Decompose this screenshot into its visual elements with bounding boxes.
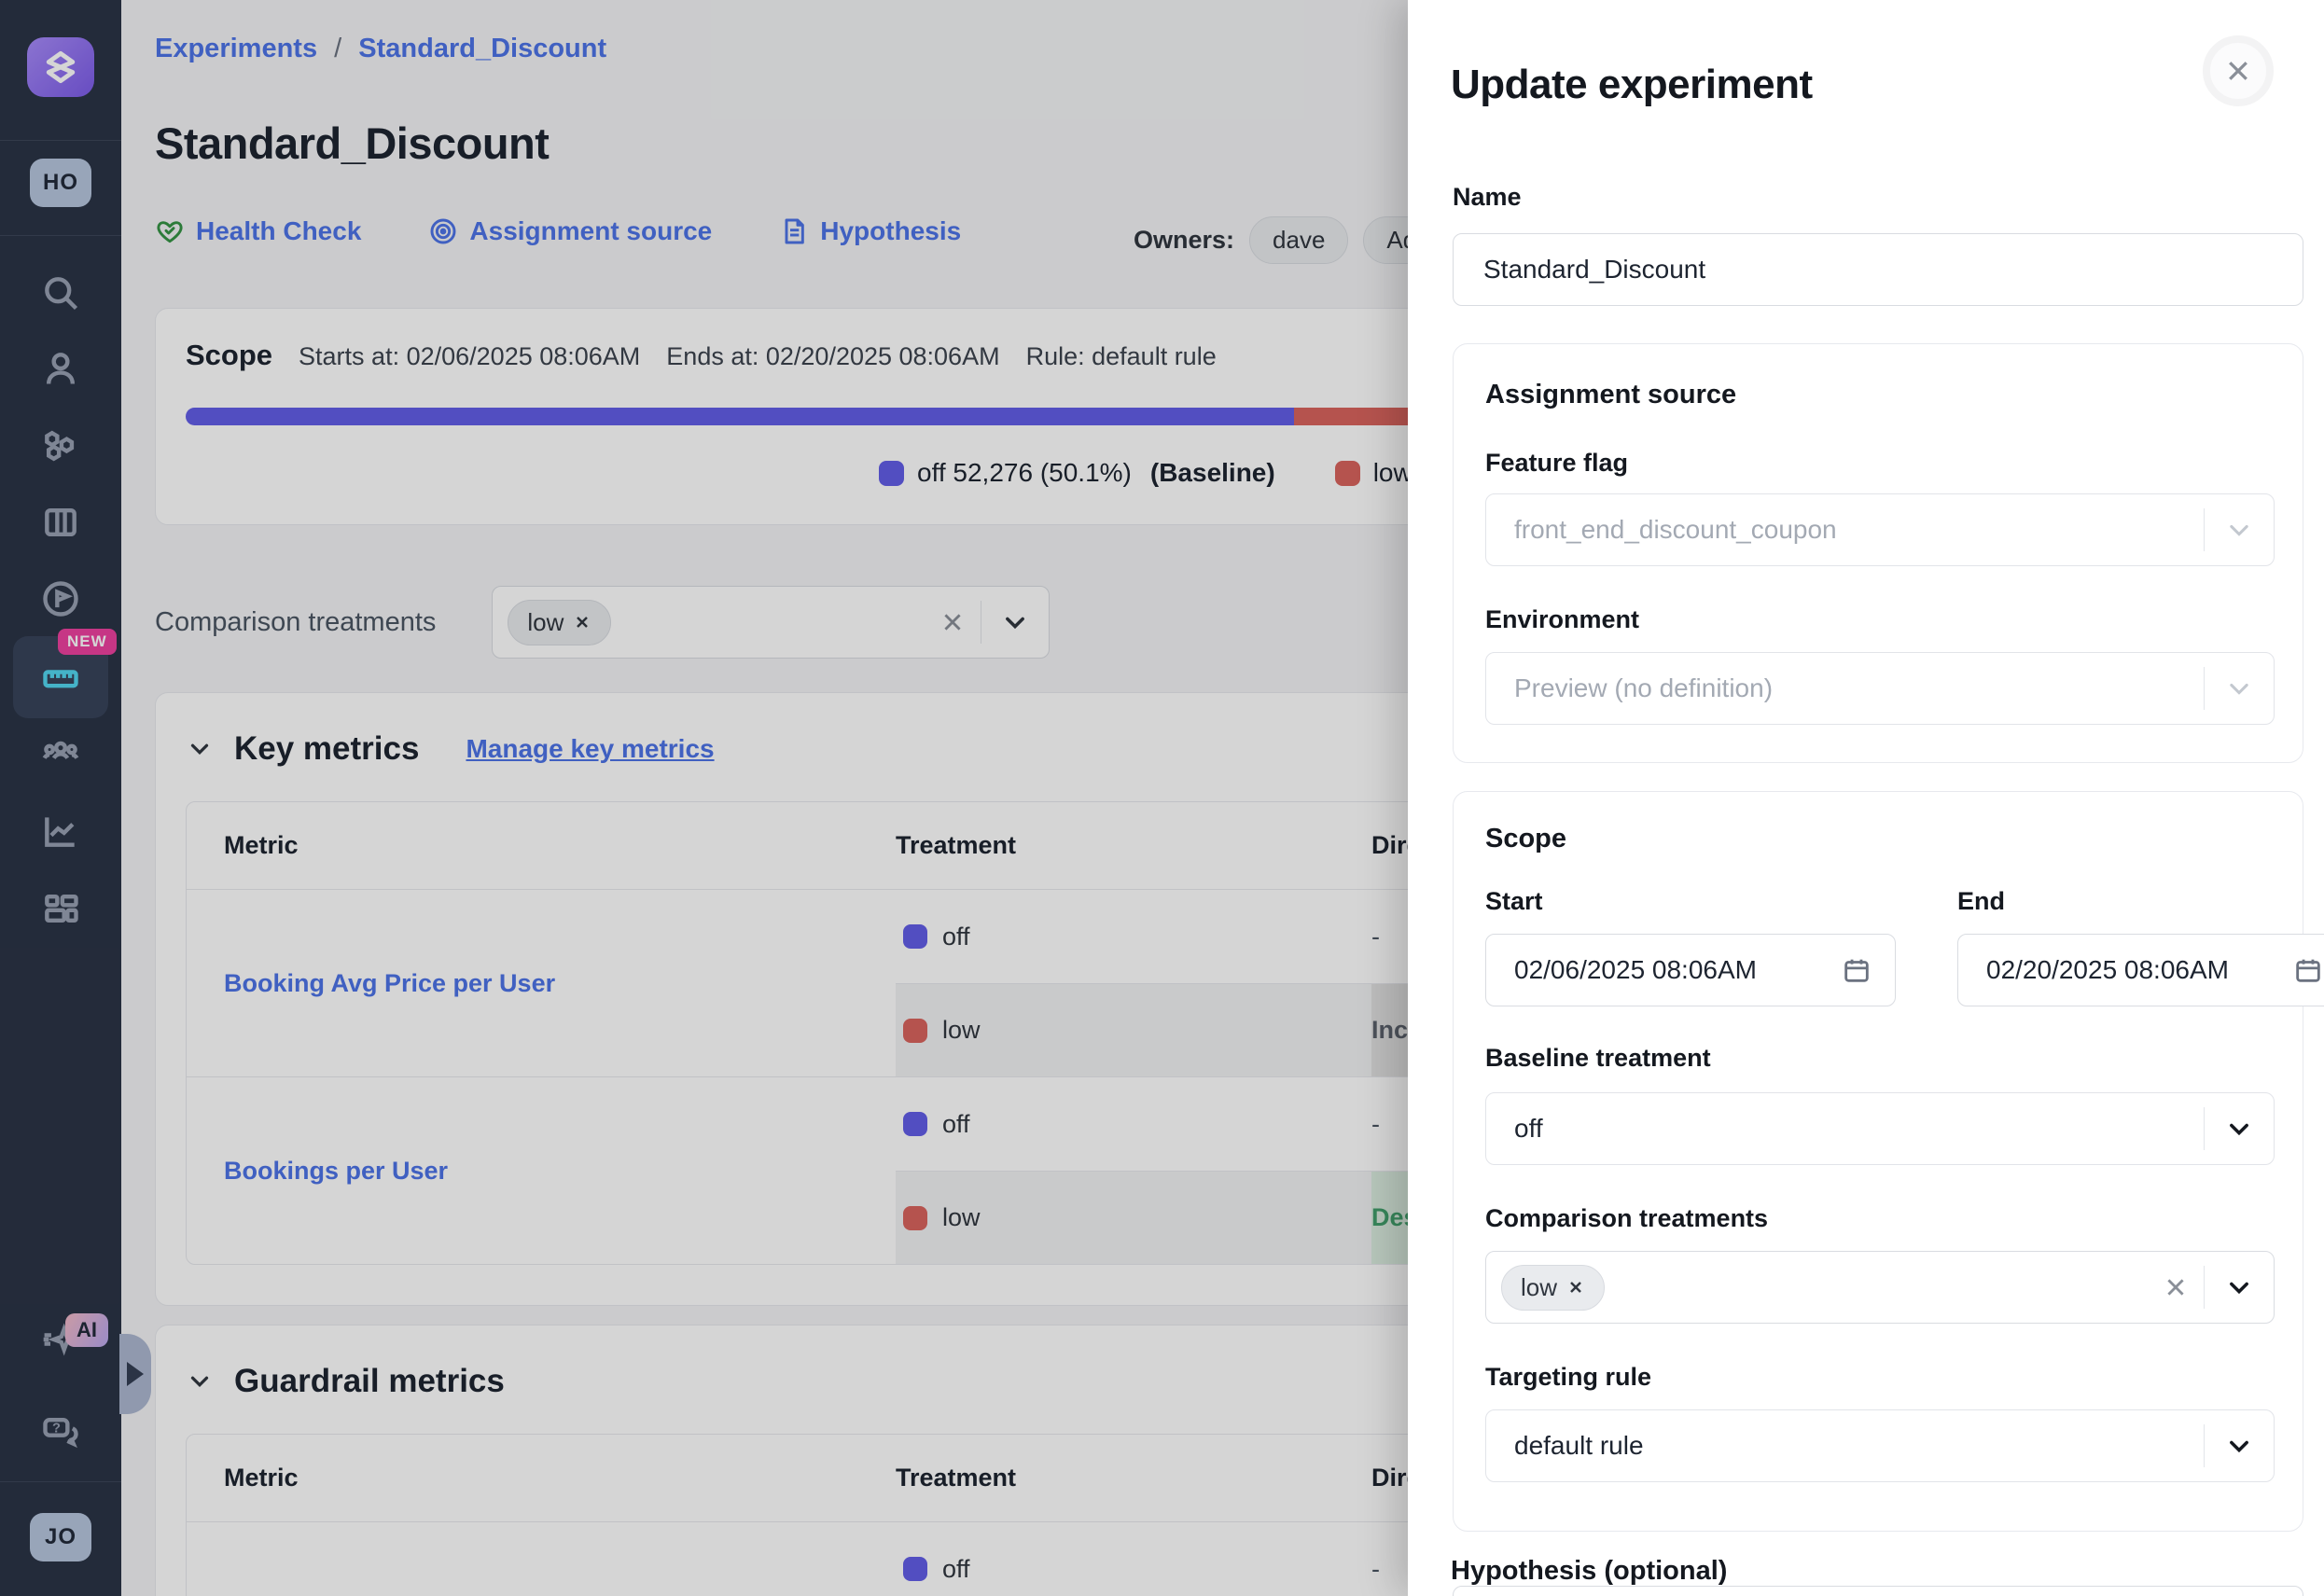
update-experiment-panel: Update experiment Name Assignment source… — [1408, 0, 2324, 1596]
name-input[interactable] — [1453, 233, 2303, 306]
hypothesis-optional-label: Hypothesis (optional) — [1451, 1556, 1727, 1587]
feature-flag-label: Feature flag — [1485, 449, 1628, 478]
clear-selection-button[interactable] — [2148, 1275, 2204, 1299]
app-root: HO — [0, 0, 2324, 1596]
panel-scope-heading: Scope — [1485, 824, 1566, 854]
remove-chip-icon[interactable] — [1566, 1278, 1585, 1297]
feature-flag-value: front_end_discount_coupon — [1514, 515, 1837, 545]
treatment-chip-low[interactable]: low — [1501, 1265, 1605, 1311]
start-date-value: 02/06/2025 08:06AM — [1514, 955, 1757, 985]
calendar-icon — [1841, 954, 1872, 986]
chip-label: low — [1521, 1273, 1557, 1302]
chevron-down-icon — [2226, 1116, 2252, 1142]
feature-flag-select[interactable]: front_end_discount_coupon — [1485, 493, 2275, 566]
targeting-rule-select[interactable]: default rule — [1485, 1409, 2275, 1482]
close-panel-button[interactable] — [2203, 35, 2274, 106]
panel-title: Update experiment — [1451, 62, 1813, 108]
chevron-down-icon — [2226, 1433, 2252, 1459]
baseline-treatment-select[interactable]: off — [1485, 1092, 2275, 1165]
environment-value: Preview (no definition) — [1514, 673, 1773, 703]
start-label: Start — [1485, 887, 1543, 916]
start-date-input[interactable]: 02/06/2025 08:06AM — [1485, 934, 1896, 1006]
baseline-treatment-label: Baseline treatment — [1485, 1044, 1711, 1073]
end-label: End — [1957, 887, 2005, 916]
assignment-source-heading: Assignment source — [1485, 380, 1736, 410]
chevron-down-icon — [2226, 675, 2252, 701]
targeting-rule-label: Targeting rule — [1485, 1363, 1651, 1392]
environment-label: Environment — [1485, 605, 1639, 634]
panel-comparison-treatments-select[interactable]: low — [1485, 1251, 2275, 1324]
arrow-right-icon — [127, 1362, 144, 1386]
baseline-treatment-value: off — [1514, 1114, 1543, 1144]
calendar-icon — [2292, 954, 2324, 986]
clear-icon — [2164, 1275, 2188, 1299]
panel-scope-card: Scope Start End 02/06/2025 08:06AM 02/20… — [1453, 791, 2303, 1532]
end-date-value: 02/20/2025 08:06AM — [1986, 955, 2229, 985]
name-label: Name — [1453, 183, 1522, 212]
end-date-input[interactable]: 02/20/2025 08:06AM — [1957, 934, 2324, 1006]
panel-comparison-treatments-label: Comparison treatments — [1485, 1204, 1768, 1233]
environment-select[interactable]: Preview (no definition) — [1485, 652, 2275, 725]
targeting-rule-value: default rule — [1514, 1431, 1644, 1461]
chevron-down-icon — [2226, 1274, 2252, 1300]
open-dropdown-button[interactable] — [2205, 1274, 2274, 1300]
hypothesis-textarea[interactable] — [1453, 1586, 2303, 1596]
close-icon — [2224, 57, 2252, 85]
chevron-down-icon — [2226, 517, 2252, 543]
sidebar-expand-handle[interactable] — [119, 1334, 151, 1414]
assignment-source-card: Assignment source Feature flag front_end… — [1453, 343, 2303, 763]
